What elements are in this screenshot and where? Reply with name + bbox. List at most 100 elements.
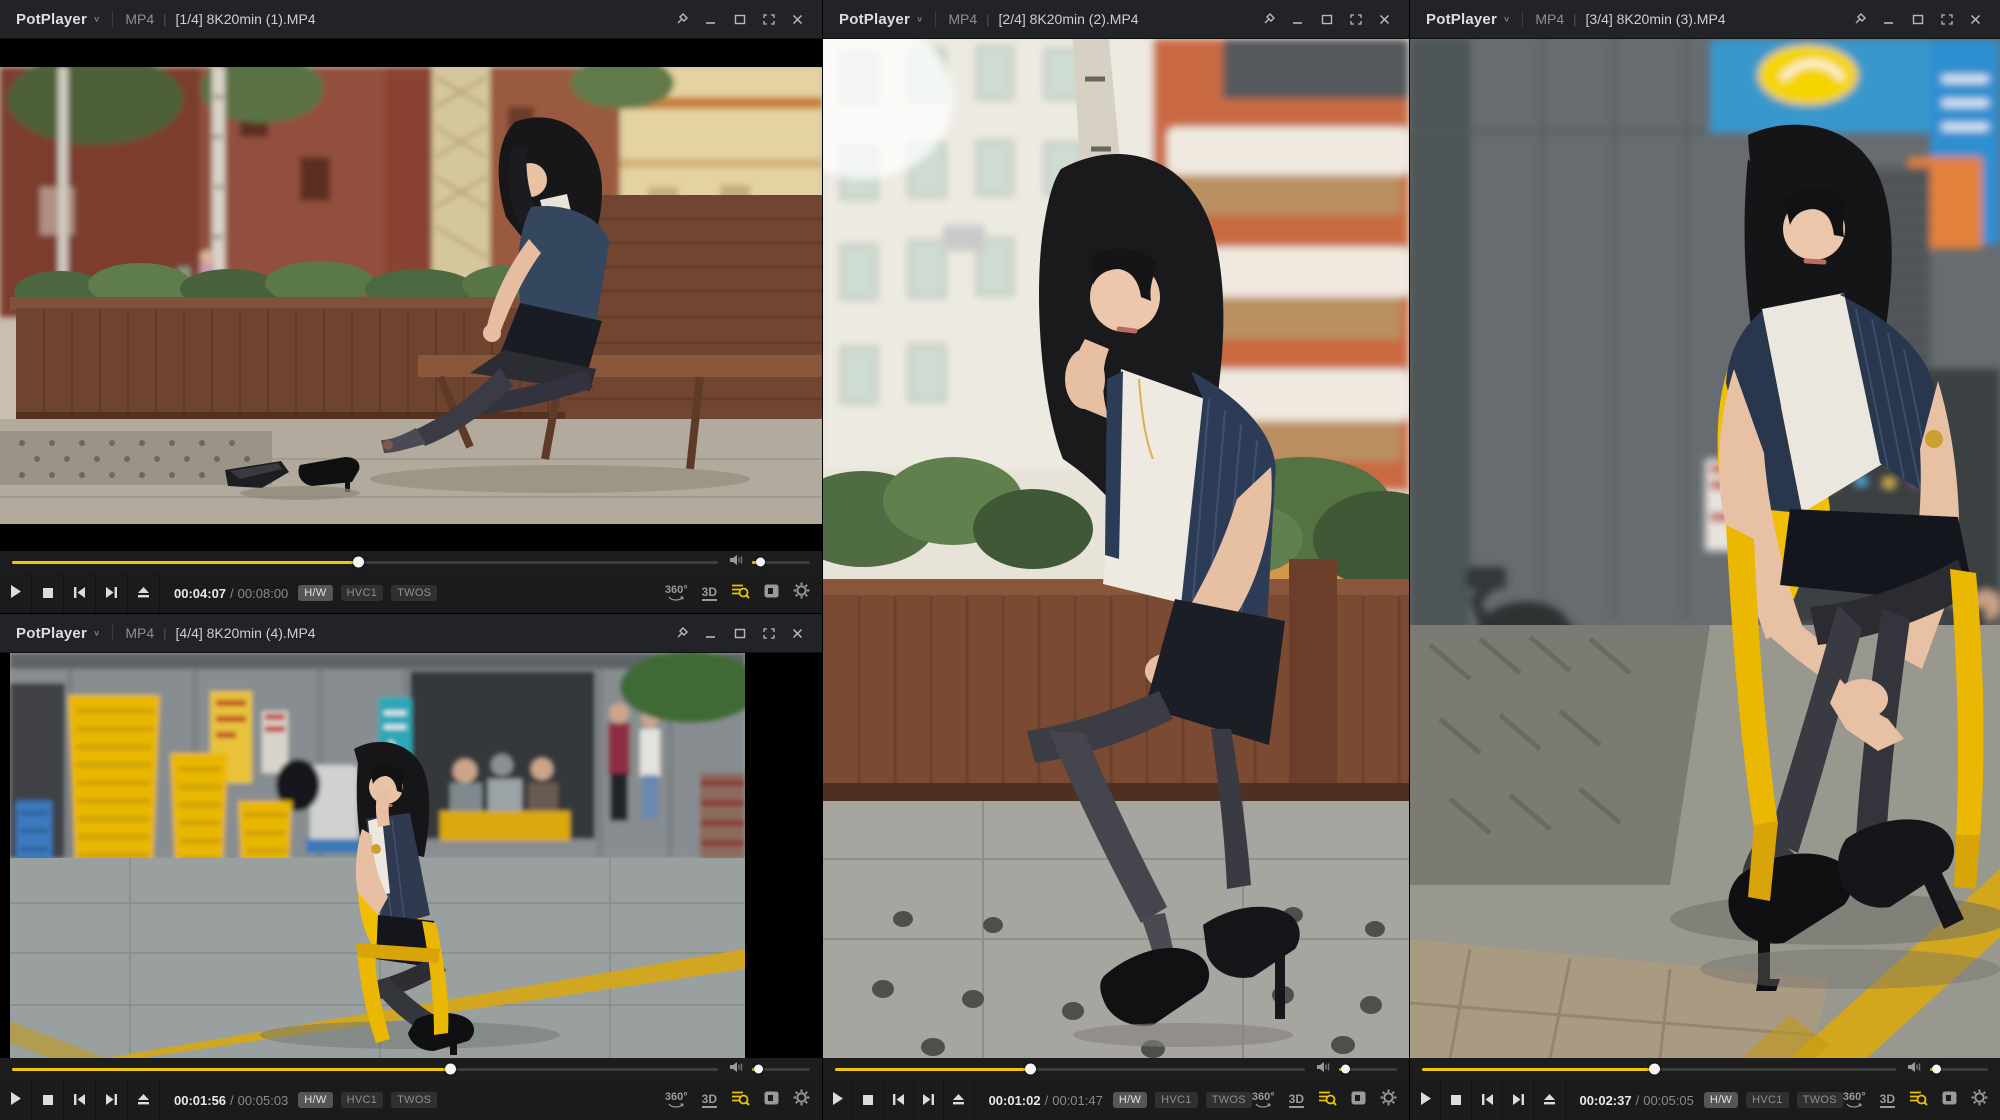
pin-button[interactable] xyxy=(667,5,696,33)
fullscreen-icon xyxy=(1941,14,1953,25)
minimize-button[interactable] xyxy=(1283,5,1312,33)
app-menu-button[interactable]: PotPlayer ∨ xyxy=(16,625,100,642)
eject-button[interactable] xyxy=(1534,1080,1565,1120)
maximize-button[interactable] xyxy=(725,619,754,647)
skip-next-button[interactable] xyxy=(1503,1080,1534,1120)
volume-slider[interactable] xyxy=(1930,1068,1988,1071)
seek-bar[interactable] xyxy=(1422,1068,1896,1071)
volume-thumb[interactable] xyxy=(756,558,765,567)
seek-bar[interactable] xyxy=(835,1068,1305,1071)
volume-thumb[interactable] xyxy=(754,1065,763,1074)
playlist-search-button[interactable] xyxy=(731,1090,750,1111)
seek-thumb[interactable] xyxy=(353,557,364,568)
maximize-button[interactable] xyxy=(1903,5,1932,33)
seek-bar[interactable] xyxy=(12,561,718,564)
seek-bar[interactable] xyxy=(12,1068,718,1071)
volume-thumb[interactable] xyxy=(1341,1065,1350,1074)
skip-prev-button[interactable] xyxy=(64,1080,96,1120)
3d-button[interactable]: 3D xyxy=(702,586,717,601)
skip-prev-button[interactable] xyxy=(1472,1080,1503,1120)
pin-icon xyxy=(676,627,688,639)
playlist-search-button[interactable] xyxy=(1318,1090,1337,1111)
pin-button[interactable] xyxy=(667,619,696,647)
360-rotation-button[interactable]: 360° xyxy=(665,1092,688,1108)
play-button[interactable] xyxy=(0,1080,32,1120)
video-area[interactable] xyxy=(823,39,1409,1058)
seek-thumb[interactable] xyxy=(1649,1064,1660,1075)
minimize-button[interactable] xyxy=(696,619,725,647)
close-button[interactable] xyxy=(1961,5,1990,33)
eject-icon xyxy=(1544,1093,1555,1108)
osd-panel-button[interactable] xyxy=(764,1091,779,1110)
speaker-icon[interactable] xyxy=(1317,1060,1332,1078)
titlebar[interactable]: PotPlayer ∨ MP4 | [1/4] 8K20min (1).MP4 xyxy=(0,0,822,39)
volume-slider[interactable] xyxy=(1339,1068,1397,1071)
minimize-button[interactable] xyxy=(696,5,725,33)
stop-button[interactable] xyxy=(1441,1080,1472,1120)
eject-button[interactable] xyxy=(128,1080,160,1120)
fullscreen-button[interactable] xyxy=(1932,5,1961,33)
360-rotation-button[interactable]: 360° xyxy=(1252,1092,1275,1108)
time-separator: / xyxy=(230,1093,234,1108)
fullscreen-button[interactable] xyxy=(754,5,783,33)
total-time: 00:01:47 xyxy=(1052,1093,1103,1108)
video-area[interactable] xyxy=(1410,39,2000,1058)
video-area[interactable] xyxy=(0,39,822,551)
playlist-search-button[interactable] xyxy=(1909,1090,1928,1111)
eject-button[interactable] xyxy=(128,573,160,613)
seek-thumb[interactable] xyxy=(1025,1064,1036,1075)
maximize-button[interactable] xyxy=(1312,5,1341,33)
play-button[interactable] xyxy=(1410,1080,1441,1120)
video-area[interactable] xyxy=(0,653,822,1058)
eject-button[interactable] xyxy=(944,1080,974,1120)
3d-button[interactable]: 3D xyxy=(702,1093,717,1108)
volume-slider[interactable] xyxy=(752,1068,810,1071)
playlist-search-button[interactable] xyxy=(731,583,750,604)
speaker-icon[interactable] xyxy=(1908,1060,1923,1078)
settings-button[interactable] xyxy=(1971,1089,1988,1111)
play-button[interactable] xyxy=(0,573,32,613)
osd-panel-button[interactable] xyxy=(1351,1091,1366,1110)
minimize-button[interactable] xyxy=(1874,5,1903,33)
osd-panel-button[interactable] xyxy=(1942,1091,1957,1110)
speaker-icon[interactable] xyxy=(730,553,745,571)
current-time: 00:01:02 xyxy=(989,1093,1041,1108)
settings-button[interactable] xyxy=(793,1089,810,1111)
3d-button[interactable]: 3D xyxy=(1880,1093,1895,1108)
volume-thumb[interactable] xyxy=(1932,1065,1941,1074)
settings-button[interactable] xyxy=(1380,1089,1397,1111)
video-frame-planter-scene xyxy=(823,39,1409,1058)
stop-button[interactable] xyxy=(32,573,64,613)
skip-next-button[interactable] xyxy=(96,573,128,613)
fullscreen-button[interactable] xyxy=(754,619,783,647)
skip-next-button[interactable] xyxy=(914,1080,944,1120)
titlebar[interactable]: PotPlayer ∨ MP4 | [3/4] 8K20min (3).MP4 xyxy=(1410,0,2000,39)
close-button[interactable] xyxy=(783,619,812,647)
settings-button[interactable] xyxy=(793,582,810,604)
pin-button[interactable] xyxy=(1845,5,1874,33)
app-menu-button[interactable]: PotPlayer ∨ xyxy=(16,11,100,28)
speaker-icon[interactable] xyxy=(730,1060,745,1078)
titlebar[interactable]: PotPlayer ∨ MP4 | [2/4] 8K20min (2).MP4 xyxy=(823,0,1409,39)
app-menu-button[interactable]: PotPlayer ∨ xyxy=(839,11,923,28)
fullscreen-button[interactable] xyxy=(1341,5,1370,33)
360-rotation-button[interactable]: 360° xyxy=(665,585,688,601)
volume-slider[interactable] xyxy=(752,561,810,564)
close-button[interactable] xyxy=(1370,5,1399,33)
3d-button[interactable]: 3D xyxy=(1289,1093,1304,1108)
skip-prev-button[interactable] xyxy=(64,573,96,613)
minimize-icon xyxy=(1883,14,1894,25)
titlebar[interactable]: PotPlayer ∨ MP4 | [4/4] 8K20min (4).MP4 xyxy=(0,614,822,653)
app-menu-button[interactable]: PotPlayer ∨ xyxy=(1426,11,1510,28)
play-button[interactable] xyxy=(823,1080,853,1120)
close-button[interactable] xyxy=(783,5,812,33)
skip-next-button[interactable] xyxy=(96,1080,128,1120)
seek-thumb[interactable] xyxy=(445,1064,456,1075)
pin-button[interactable] xyxy=(1254,5,1283,33)
stop-button[interactable] xyxy=(853,1080,883,1120)
osd-panel-button[interactable] xyxy=(764,584,779,603)
skip-prev-button[interactable] xyxy=(884,1080,914,1120)
stop-button[interactable] xyxy=(32,1080,64,1120)
360-rotation-button[interactable]: 360° xyxy=(1843,1092,1866,1108)
maximize-button[interactable] xyxy=(725,5,754,33)
